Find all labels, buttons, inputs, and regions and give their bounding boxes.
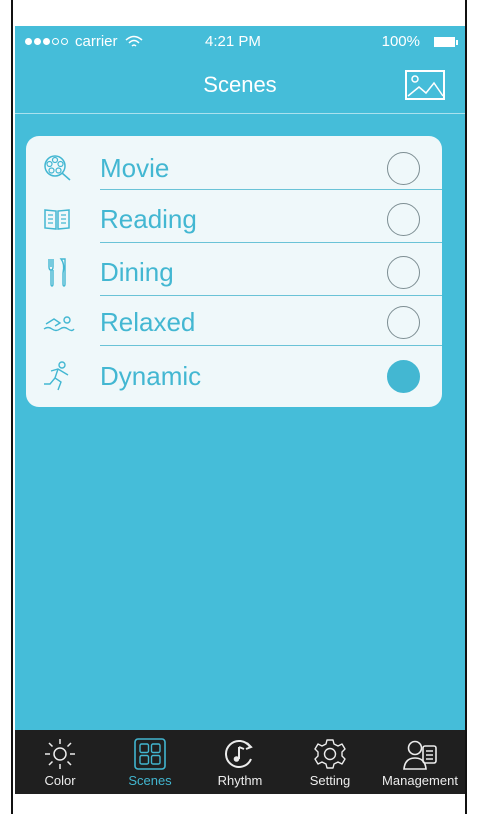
battery-percent: 100% [381, 33, 420, 50]
row-divider [100, 345, 442, 346]
status-left: carrier [25, 33, 143, 50]
scene-label: Reading [100, 204, 197, 234]
tab-label: Management [382, 773, 458, 788]
scene-list-card: Movie Reading Dining Relaxed Dynamic [26, 136, 442, 407]
tab-label: Setting [309, 773, 351, 788]
page-title: Scenes [203, 72, 277, 97]
scene-label: Relaxed [100, 307, 196, 337]
scene-label: Dynamic [100, 361, 202, 391]
tab-label: Color [44, 773, 76, 788]
scene-row-dining[interactable]: Dining [26, 246, 442, 296]
navigation-bar: Scenes [15, 62, 465, 114]
tab-setting[interactable]: Setting [285, 730, 375, 794]
book-icon [44, 209, 70, 230]
tab-label: Scenes [128, 773, 172, 788]
battery-icon [434, 36, 458, 47]
scene-radio[interactable] [387, 306, 420, 339]
swimmer-icon [43, 316, 75, 332]
scene-row-movie[interactable]: Movie [26, 142, 442, 192]
scene-row-relaxed[interactable]: Relaxed [26, 296, 442, 346]
scenes-grid-icon [134, 738, 166, 770]
row-divider [100, 189, 442, 190]
scene-row-reading[interactable]: Reading [26, 193, 442, 243]
carrier-name: carrier [75, 33, 118, 50]
scene-label: Dining [100, 257, 174, 287]
music-rhythm-icon [225, 740, 253, 768]
scene-radio[interactable] [387, 256, 420, 289]
sun-icon [45, 739, 75, 769]
device-frame-left [11, 0, 13, 814]
status-bar: carrier 4:21 PM 100% [15, 26, 465, 62]
tab-label: Rhythm [217, 773, 263, 788]
tab-rhythm[interactable]: Rhythm [195, 730, 285, 794]
status-time: 4:21 PM [205, 33, 261, 50]
tab-management[interactable]: Management [375, 730, 465, 794]
app-screen: carrier 4:21 PM 100% Scenes Movie Readin… [15, 26, 465, 794]
device-frame-right [465, 0, 467, 814]
fork-knife-icon [48, 258, 66, 287]
film-reel-icon [44, 155, 71, 181]
image-icon[interactable] [404, 69, 446, 101]
user-management-icon [403, 740, 437, 770]
wifi-icon [125, 35, 143, 47]
row-divider [100, 242, 442, 243]
status-right: 100% [381, 33, 458, 50]
tab-color[interactable]: Color [15, 730, 105, 794]
scene-label: Movie [100, 153, 170, 183]
scene-radio[interactable] [387, 152, 420, 185]
runner-icon [44, 361, 69, 391]
gear-icon [314, 739, 346, 769]
scene-radio-selected[interactable] [387, 360, 420, 393]
signal-strength-icon [25, 38, 68, 45]
scene-radio[interactable] [387, 203, 420, 236]
scene-row-dynamic[interactable]: Dynamic [26, 350, 442, 400]
tab-bar: Color Scenes Rhythm Setting Management [15, 730, 465, 794]
tab-scenes[interactable]: Scenes [105, 730, 195, 794]
